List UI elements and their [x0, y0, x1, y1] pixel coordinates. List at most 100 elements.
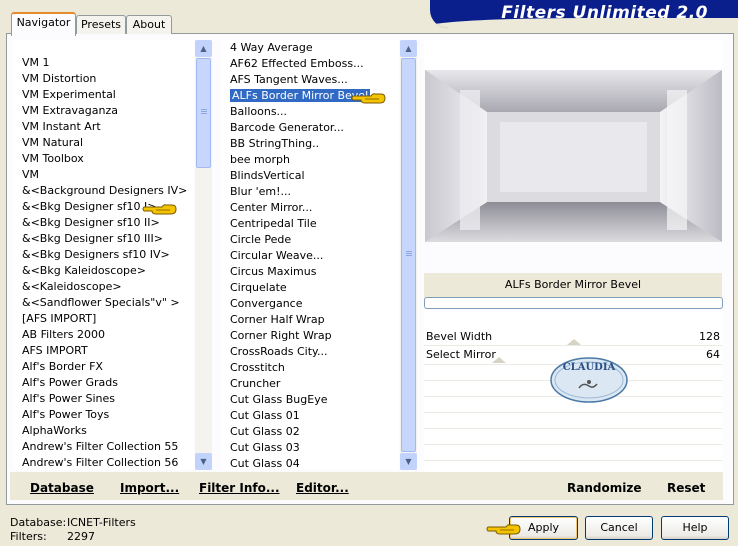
category-item[interactable]: &<Bkg Designer sf10 III> — [22, 231, 163, 247]
category-item-label: AlphaWorks — [22, 424, 87, 437]
filter-item[interactable]: BlindsVertical — [230, 168, 305, 184]
category-item[interactable]: VM Distortion — [22, 71, 96, 87]
tab-presets[interactable]: Presets — [76, 15, 126, 34]
editor-button[interactable]: Editor... — [296, 481, 349, 495]
filter-item-label: Blur 'em!... — [230, 185, 291, 198]
category-item-label: &<Bkg Designer sf10 II> — [22, 216, 160, 229]
filter-item[interactable]: Center Mirror... — [230, 200, 312, 216]
slider-marker-icon[interactable] — [491, 357, 506, 363]
filter-item[interactable]: Cirquelate — [230, 280, 287, 296]
param-value: 128 — [699, 330, 720, 343]
filter-item[interactable]: Centripedal Tile — [230, 216, 317, 232]
category-item[interactable]: &<Sandflower Specials"v" > — [22, 295, 180, 311]
filter-item[interactable]: Circle Pede — [230, 232, 291, 248]
filter-item[interactable]: 4 Way Average — [230, 40, 313, 56]
filter-item[interactable]: Cut Glass 01 — [230, 408, 300, 424]
scroll-down-icon[interactable]: ▼ — [195, 453, 212, 470]
filter-item[interactable]: Crosstitch — [230, 360, 285, 376]
category-item[interactable]: AFS IMPORT — [22, 343, 88, 359]
pointing-hand-icon — [486, 524, 521, 535]
category-item[interactable]: Andrew's Filter Collection 55 — [22, 439, 178, 455]
filter-item[interactable]: Corner Right Wrap — [230, 328, 332, 344]
category-item[interactable]: Andrew's Filter Collection 56 — [22, 455, 178, 470]
scroll-thumb[interactable] — [196, 58, 211, 168]
param-row[interactable]: Bevel Width 128 — [424, 329, 722, 345]
randomize-button[interactable]: Randomize — [567, 481, 641, 495]
app-title: Filters Unlimited 2.0 — [501, 3, 708, 23]
filter-item-label: Cut Glass BugEye — [230, 393, 328, 406]
filter-item-label: Circular Weave... — [230, 249, 324, 262]
param-label: Select Mirror — [426, 348, 496, 361]
filter-item[interactable]: ALFs Border Mirror Bevel — [230, 88, 371, 104]
filter-item[interactable]: Cruncher — [230, 376, 280, 392]
filter-item[interactable]: Balloons... — [230, 104, 287, 120]
category-item[interactable]: VM — [22, 167, 39, 183]
filter-name-label: ALFs Border Mirror Bevel — [504, 278, 642, 291]
watermark-stamp: CLAUDIA — [549, 356, 629, 404]
help-button[interactable]: Help — [661, 516, 729, 540]
category-item[interactable]: Alf's Power Sines — [22, 391, 115, 407]
filter-item[interactable]: Cut Glass 02 — [230, 424, 300, 440]
filter-item[interactable]: bee morph — [230, 152, 290, 168]
category-item[interactable]: &<Bkg Designers sf10 IV> — [22, 247, 170, 263]
tab-about-label: About — [132, 18, 166, 31]
category-item[interactable]: VM 1 — [22, 55, 50, 71]
preview-image — [425, 70, 722, 242]
filter-info-button[interactable]: Filter Info... — [199, 481, 280, 495]
category-item-label: &<Background Designers IV> — [22, 184, 188, 197]
filter-item-label: Barcode Generator... — [230, 121, 344, 134]
filter-item-label: bee morph — [230, 153, 290, 166]
category-item[interactable]: Alf's Power Grads — [22, 375, 118, 391]
category-item[interactable]: &<Bkg Designer sf10 II> — [22, 215, 160, 231]
filter-item[interactable]: Corner Half Wrap — [230, 312, 325, 328]
filter-item[interactable]: CrossRoads City... — [230, 344, 327, 360]
category-item[interactable]: &<Kaleidoscope> — [22, 279, 122, 295]
filter-item[interactable]: Convergance — [230, 296, 303, 312]
filter-preview — [425, 70, 722, 242]
scroll-thumb[interactable] — [401, 58, 416, 452]
filter-item[interactable]: Circular Weave... — [230, 248, 323, 264]
scroll-up-icon[interactable]: ▲ — [400, 40, 417, 57]
category-item[interactable]: VM Toolbox — [22, 151, 84, 167]
scroll-up-icon[interactable]: ▲ — [195, 40, 212, 57]
category-item[interactable]: Alf's Border FX — [22, 359, 103, 375]
filter-scrollbar[interactable]: ▲ ▼ — [400, 40, 417, 470]
category-list[interactable]: VM 1 VM Distortion VM Experimental VM Extra… — [14, 40, 194, 470]
filter-item[interactable]: Cut Glass 04 — [230, 456, 300, 470]
category-item-label: Alf's Border FX — [22, 360, 103, 373]
filter-item[interactable]: Barcode Generator... — [230, 120, 344, 136]
cancel-button[interactable]: Cancel — [585, 516, 653, 540]
database-button[interactable]: Database — [30, 481, 94, 495]
category-item[interactable]: &<Bkg Designer sf10 I> — [22, 199, 157, 215]
filter-item[interactable]: Cut Glass BugEye — [230, 392, 327, 408]
category-scrollbar[interactable]: ▲ ▼ — [195, 40, 212, 470]
param-label: Bevel Width — [426, 330, 493, 343]
category-item[interactable]: VM Extravaganza — [22, 103, 118, 119]
category-item[interactable]: [AFS IMPORT] — [22, 311, 96, 327]
filter-item[interactable]: Blur 'em!... — [230, 184, 291, 200]
filter-item[interactable]: Cut Glass 03 — [230, 440, 300, 456]
import-button[interactable]: Import... — [120, 481, 179, 495]
filters-count-value: 2297 — [67, 530, 95, 543]
category-item[interactable]: AB Filters 2000 — [22, 327, 105, 343]
category-item[interactable]: VM Natural — [22, 135, 83, 151]
category-item[interactable]: VM Instant Art — [22, 119, 101, 135]
progress-bar — [424, 297, 723, 309]
filter-item[interactable]: Circus Maximus — [230, 264, 316, 280]
category-item-label: Andrew's Filter Collection 56 — [22, 456, 179, 469]
scroll-down-icon[interactable]: ▼ — [400, 453, 417, 470]
category-item[interactable]: &<Background Designers IV> — [22, 183, 187, 199]
category-item-label: &<Bkg Designers sf10 IV> — [22, 248, 170, 261]
category-item-label: VM Distortion — [22, 72, 97, 85]
category-item[interactable]: VM Experimental — [22, 87, 116, 103]
filter-item-label: BB StringThing.. — [230, 137, 320, 150]
reset-button[interactable]: Reset — [667, 481, 705, 495]
tab-about[interactable]: About — [126, 15, 172, 34]
filter-item[interactable]: BB StringThing.. — [230, 136, 319, 152]
category-item[interactable]: Alf's Power Toys — [22, 407, 109, 423]
filter-item[interactable]: AF62 Effected Emboss... — [230, 56, 364, 72]
category-item[interactable]: &<Bkg Kaleidoscope> — [22, 263, 146, 279]
filter-item[interactable]: AFS Tangent Waves... — [230, 72, 348, 88]
tab-navigator[interactable]: Navigator — [11, 12, 76, 36]
category-item[interactable]: AlphaWorks — [22, 423, 87, 439]
